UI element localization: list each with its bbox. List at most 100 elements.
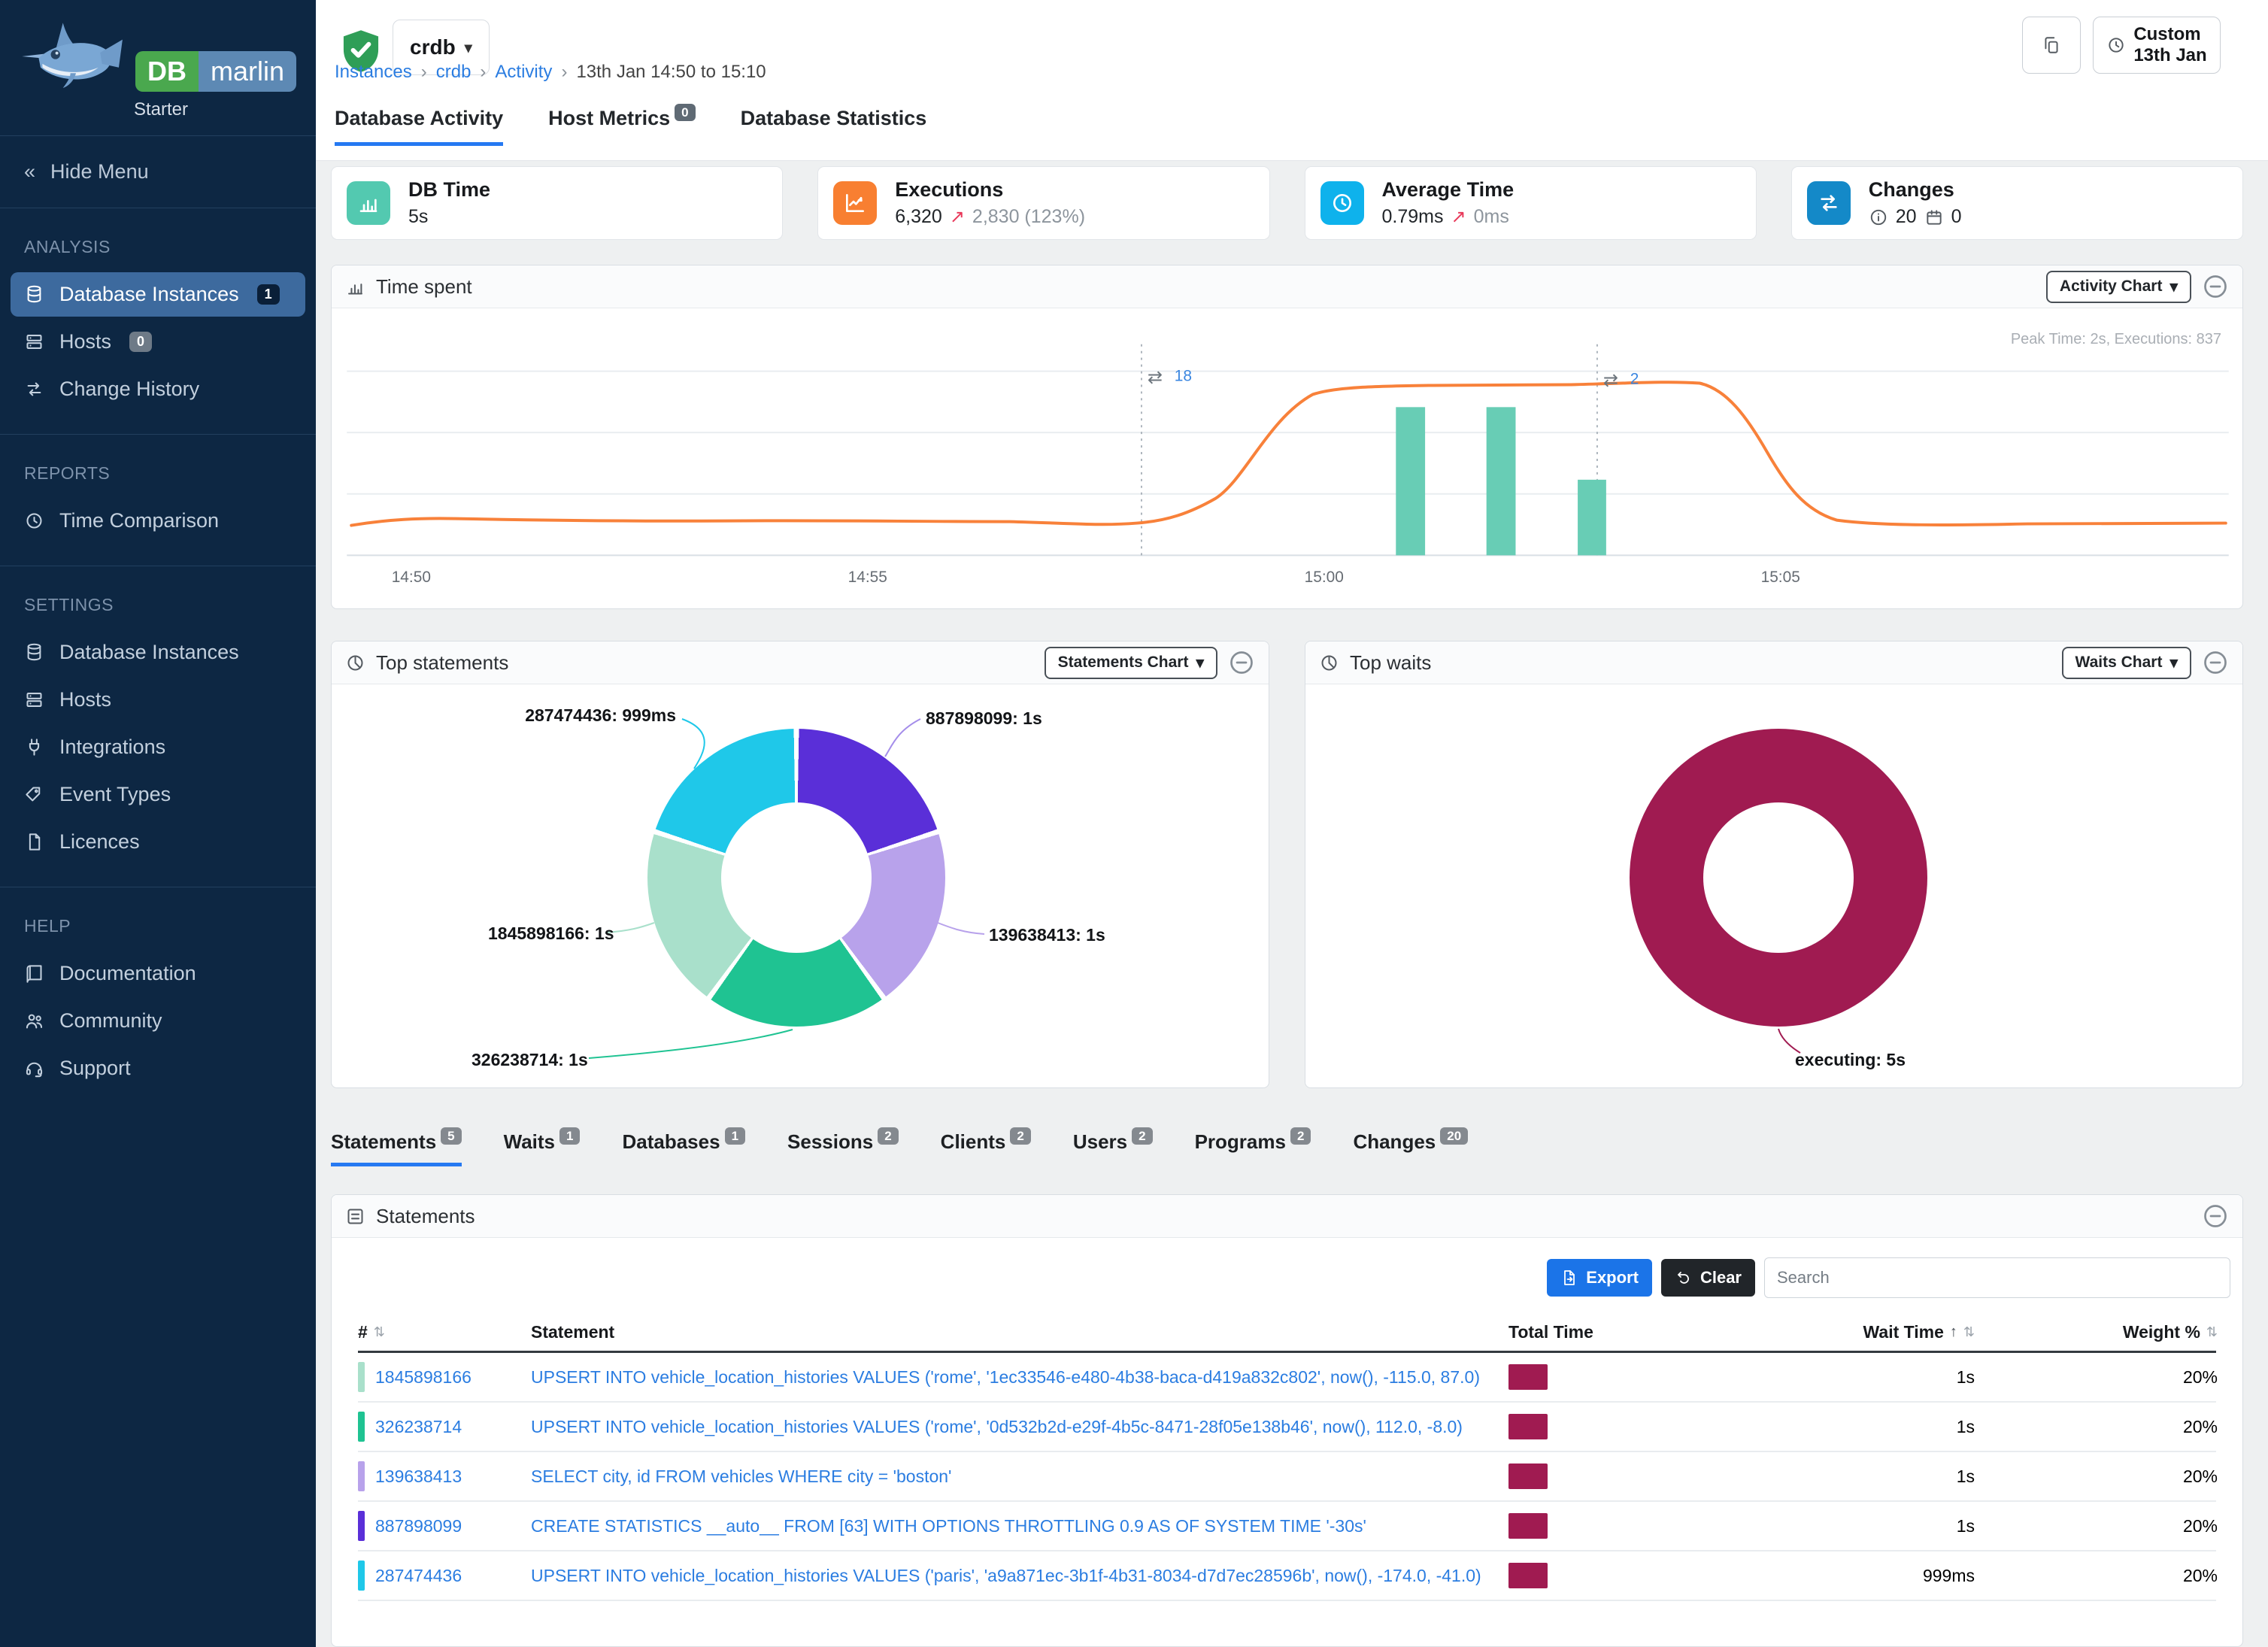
sidebar: DBmarlin Starter « Hide Menu ANALYSIS Da… <box>0 0 316 1647</box>
statement-link[interactable]: UPSERT INTO vehicle_location_histories V… <box>531 1566 1481 1586</box>
sidebar-item-change-history[interactable]: Change History <box>11 367 305 411</box>
breadcrumb-activity[interactable]: Activity <box>495 62 552 83</box>
chevron-down-icon: ▾ <box>465 38 472 57</box>
statement-id-link[interactable]: 287474436 <box>375 1566 462 1586</box>
collapse-panel-icon[interactable] <box>2202 1203 2229 1230</box>
statement-id-link[interactable]: 887898099 <box>375 1516 462 1536</box>
tab-database-activity[interactable]: Database Activity <box>335 107 503 146</box>
kpi-title: DB Time <box>408 178 490 202</box>
peak-note: Peak Time: 2s, Executions: 837 <box>2011 331 2221 348</box>
tab-host-metrics[interactable]: Host Metrics0 <box>548 107 696 146</box>
column-weight[interactable]: Weight %⇅ <box>1975 1322 2218 1342</box>
top-statements-header: Top statements Statements Chart ▾ <box>332 642 1269 684</box>
sidebar-item-event-types[interactable]: Event Types <box>11 772 305 817</box>
statement-link[interactable]: UPSERT INTO vehicle_location_histories V… <box>531 1367 1480 1388</box>
swap-arrows-icon <box>1807 181 1851 225</box>
collapse-panel-icon[interactable] <box>1228 649 1255 676</box>
waits-chart-dropdown[interactable]: Waits Chart ▾ <box>2062 647 2191 679</box>
wait-time-value: 999ms <box>1772 1566 1975 1586</box>
copy-link-button[interactable] <box>2022 17 2081 74</box>
breadcrumb-instances[interactable]: Instances <box>335 62 412 83</box>
tab-statements[interactable]: Statements5 <box>331 1130 462 1166</box>
chevron-down-icon: ▾ <box>2169 278 2178 296</box>
sidebar-item-hosts[interactable]: Hosts 0 <box>11 320 305 364</box>
activity-chart-dropdown[interactable]: Activity Chart ▾ <box>2046 271 2191 303</box>
sidebar-item-settings-database-instances[interactable]: Database Instances <box>11 630 305 675</box>
headset-icon <box>24 1058 44 1078</box>
x-tick: 15:05 <box>1761 569 1800 586</box>
chart-button-label: Statements Chart <box>1058 654 1189 672</box>
export-button[interactable]: Export <box>1547 1259 1652 1297</box>
breadcrumb-separator: › <box>561 62 567 83</box>
tab-badge: 1 <box>725 1127 745 1145</box>
donut-label-1845898166: 1845898166: 1s <box>488 924 614 944</box>
copy-icon <box>2042 35 2061 55</box>
column-total-time[interactable]: Total Time <box>1508 1322 1772 1342</box>
database-icon <box>24 284 44 305</box>
breadcrumb-separator: › <box>421 62 427 83</box>
statement-link[interactable]: UPSERT INTO vehicle_location_histories V… <box>531 1417 1463 1437</box>
statements-chart-dropdown[interactable]: Statements Chart ▾ <box>1045 647 1217 679</box>
tab-waits[interactable]: Waits1 <box>504 1130 581 1166</box>
section-title: SETTINGS <box>0 595 316 615</box>
total-time-bar <box>1508 1563 1548 1588</box>
hide-menu-button[interactable]: « Hide Menu <box>0 136 316 208</box>
breadcrumb: Instances › crdb › Activity › 13th Jan 1… <box>335 62 766 83</box>
top-statements-chart[interactable]: 287474436: 999ms 887898099: 1s 139638413… <box>332 684 1269 1088</box>
tab-label: Host Metrics <box>548 107 670 129</box>
statements-donut[interactable] <box>647 729 945 1027</box>
collapse-panel-icon[interactable] <box>2202 273 2229 300</box>
change-annotation-count: 18 <box>1175 368 1192 385</box>
tab-sessions[interactable]: Sessions2 <box>787 1130 899 1166</box>
brand-logo[interactable]: DBmarlin Starter <box>0 0 316 136</box>
tab-clients[interactable]: Clients2 <box>941 1130 1031 1166</box>
column-statement[interactable]: Statement <box>531 1322 1508 1342</box>
clock-icon <box>2106 35 2126 55</box>
time-spent-chart[interactable]: Peak Time: 2s, Executions: 837 ⇄ 18 ⇄ 2 … <box>332 308 2242 609</box>
tab-users[interactable]: Users2 <box>1073 1130 1153 1166</box>
tab-database-statistics[interactable]: Database Statistics <box>741 107 927 146</box>
clear-button[interactable]: Clear <box>1661 1259 1755 1297</box>
change-annotation-count: 2 <box>1630 370 1639 387</box>
breadcrumb-crdb[interactable]: crdb <box>436 62 471 83</box>
tab-programs[interactable]: Programs2 <box>1195 1130 1311 1166</box>
statement-link[interactable]: SELECT city, id FROM vehicles WHERE city… <box>531 1467 951 1487</box>
column-num[interactable]: #⇅ <box>358 1322 531 1342</box>
sidebar-item-settings-hosts[interactable]: Hosts <box>11 678 305 722</box>
donut-label-887898099: 887898099: 1s <box>926 708 1042 729</box>
sidebar-item-licences[interactable]: Licences <box>11 820 305 864</box>
sidebar-item-integrations[interactable]: Integrations <box>11 725 305 769</box>
chevron-down-icon: ▾ <box>2169 654 2178 672</box>
kpi-title: Changes <box>1869 178 1962 202</box>
column-wait-time[interactable]: Wait Time↑⇅ <box>1772 1322 1975 1342</box>
time-range-button[interactable]: Custom 13th Jan <box>2093 17 2221 74</box>
sidebar-item-time-comparison[interactable]: Time Comparison <box>11 499 305 543</box>
section-title: ANALYSIS <box>0 237 316 257</box>
export-icon <box>1560 1269 1578 1287</box>
statement-id-link[interactable]: 1845898166 <box>375 1367 471 1388</box>
tab-badge: 2 <box>1132 1127 1152 1145</box>
statement-link[interactable]: CREATE STATISTICS __auto__ FROM [63] WIT… <box>531 1516 1366 1536</box>
tag-icon <box>24 784 44 805</box>
tab-changes[interactable]: Changes20 <box>1353 1130 1468 1166</box>
sidebar-item-support[interactable]: Support <box>11 1046 305 1090</box>
edition-label: Starter <box>134 99 316 120</box>
weight-value: 20% <box>1975 1467 2218 1487</box>
sidebar-item-documentation[interactable]: Documentation <box>11 951 305 996</box>
top-waits-chart[interactable]: executing: 5s <box>1305 684 2242 1088</box>
sidebar-item-database-instances[interactable]: Database Instances 1 <box>11 272 305 317</box>
waits-donut[interactable] <box>1630 729 1927 1027</box>
collapse-panel-icon[interactable] <box>2202 649 2229 676</box>
table-toolbar: Export Clear <box>332 1238 2242 1313</box>
tab-databases[interactable]: Databases1 <box>622 1130 745 1166</box>
sort-icon: ⇅ <box>2206 1324 2218 1340</box>
sidebar-item-community[interactable]: Community <box>11 999 305 1043</box>
panel-title: Top statements <box>376 651 508 675</box>
statement-id-link[interactable]: 326238714 <box>375 1417 462 1437</box>
book-icon <box>24 963 44 984</box>
section-title: REPORTS <box>0 463 316 484</box>
statement-id-link[interactable]: 139638413 <box>375 1467 462 1487</box>
wait-time-value: 1s <box>1772 1417 1975 1437</box>
time-spent-panel: Time spent Activity Chart ▾ Peak Time: 2… <box>331 265 2243 609</box>
search-input[interactable] <box>1764 1257 2230 1298</box>
